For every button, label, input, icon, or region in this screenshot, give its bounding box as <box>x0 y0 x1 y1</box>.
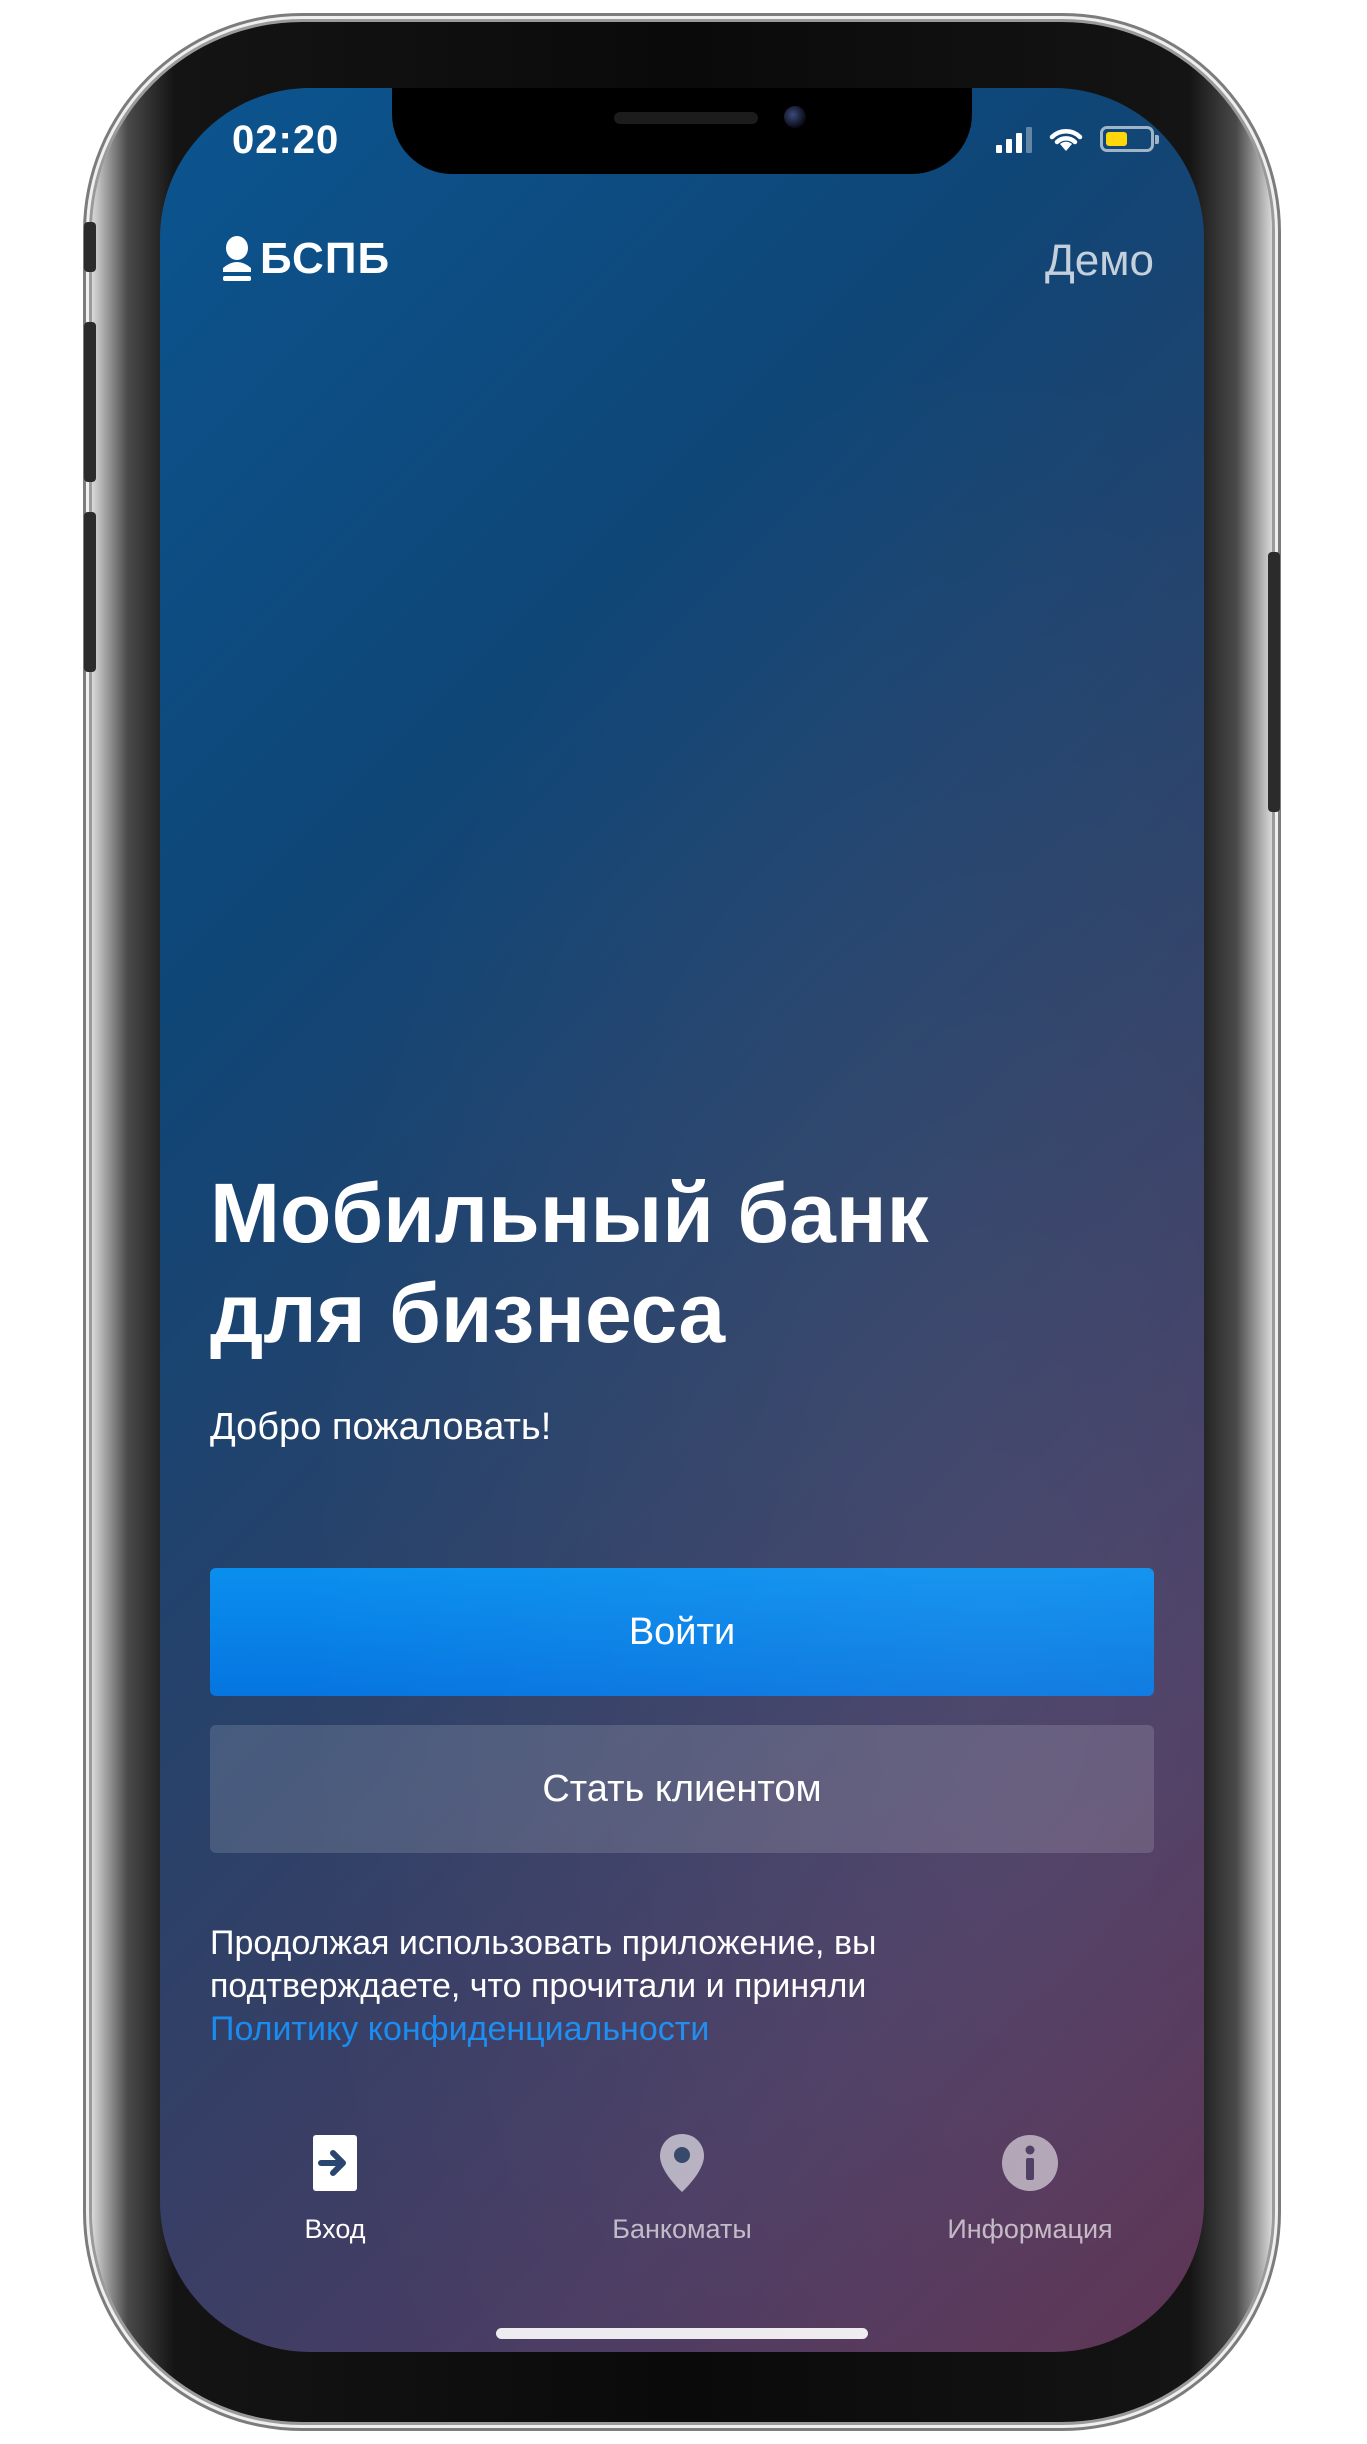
map-pin-icon <box>658 2128 706 2198</box>
cellular-signal-icon <box>996 125 1032 153</box>
status-time: 02:20 <box>232 118 340 162</box>
canvas: 02:20 БСПБ Демо Мобильный банк для бизне… <box>0 0 1367 2444</box>
bank-logo: БСПБ <box>220 234 390 284</box>
battery-icon <box>1100 126 1159 152</box>
tab-login[interactable]: Вход <box>185 2128 485 2245</box>
title-line-2: для бизнеса <box>210 1266 726 1360</box>
privacy-policy-link[interactable]: Политику конфиденциальности <box>210 2008 1110 2051</box>
power-button <box>1268 552 1280 812</box>
tab-atms[interactable]: Банкоматы <box>532 2128 832 2245</box>
legal-text-line-1: Продолжая использовать приложение, вы <box>210 1924 877 1962</box>
legal-notice: Продолжая использовать приложение, вы по… <box>210 1922 1110 2051</box>
wifi-icon <box>1049 129 1083 151</box>
front-camera <box>784 106 806 128</box>
title-line-1: Мобильный банк <box>210 1166 929 1260</box>
status-icons <box>996 124 1159 154</box>
info-icon <box>1000 2128 1060 2198</box>
app-screen: 02:20 БСПБ Демо Мобильный банк для бизне… <box>160 88 1204 2352</box>
volume-up-button <box>84 322 96 482</box>
login-button[interactable]: Войти <box>210 1568 1154 1696</box>
bspb-logo-icon <box>223 236 251 281</box>
legal-text-line-2: подтверждаете, что прочитали и приняли <box>210 1967 867 2005</box>
tab-bar: Вход Банкоматы Информация <box>160 2128 1204 2248</box>
mute-switch <box>84 222 96 272</box>
login-arrow-icon <box>311 2128 359 2198</box>
tab-login-label: Вход <box>304 2214 366 2244</box>
tab-atms-label: Банкоматы <box>612 2214 752 2244</box>
logo-text: БСПБ <box>260 234 391 283</box>
battery-level <box>1106 132 1127 146</box>
notch <box>392 88 972 174</box>
home-indicator[interactable] <box>496 2328 868 2339</box>
tab-info[interactable]: Информация <box>880 2128 1180 2245</box>
volume-down-button <box>84 512 96 672</box>
earpiece-speaker <box>614 112 758 124</box>
tab-info-label: Информация <box>947 2214 1113 2244</box>
welcome-text: Добро пожаловать! <box>210 1406 552 1448</box>
demo-button[interactable]: Демо <box>1045 236 1154 286</box>
become-client-button[interactable]: Стать клиентом <box>210 1725 1154 1853</box>
page-title: Мобильный банк для бизнеса <box>210 1163 1110 1363</box>
